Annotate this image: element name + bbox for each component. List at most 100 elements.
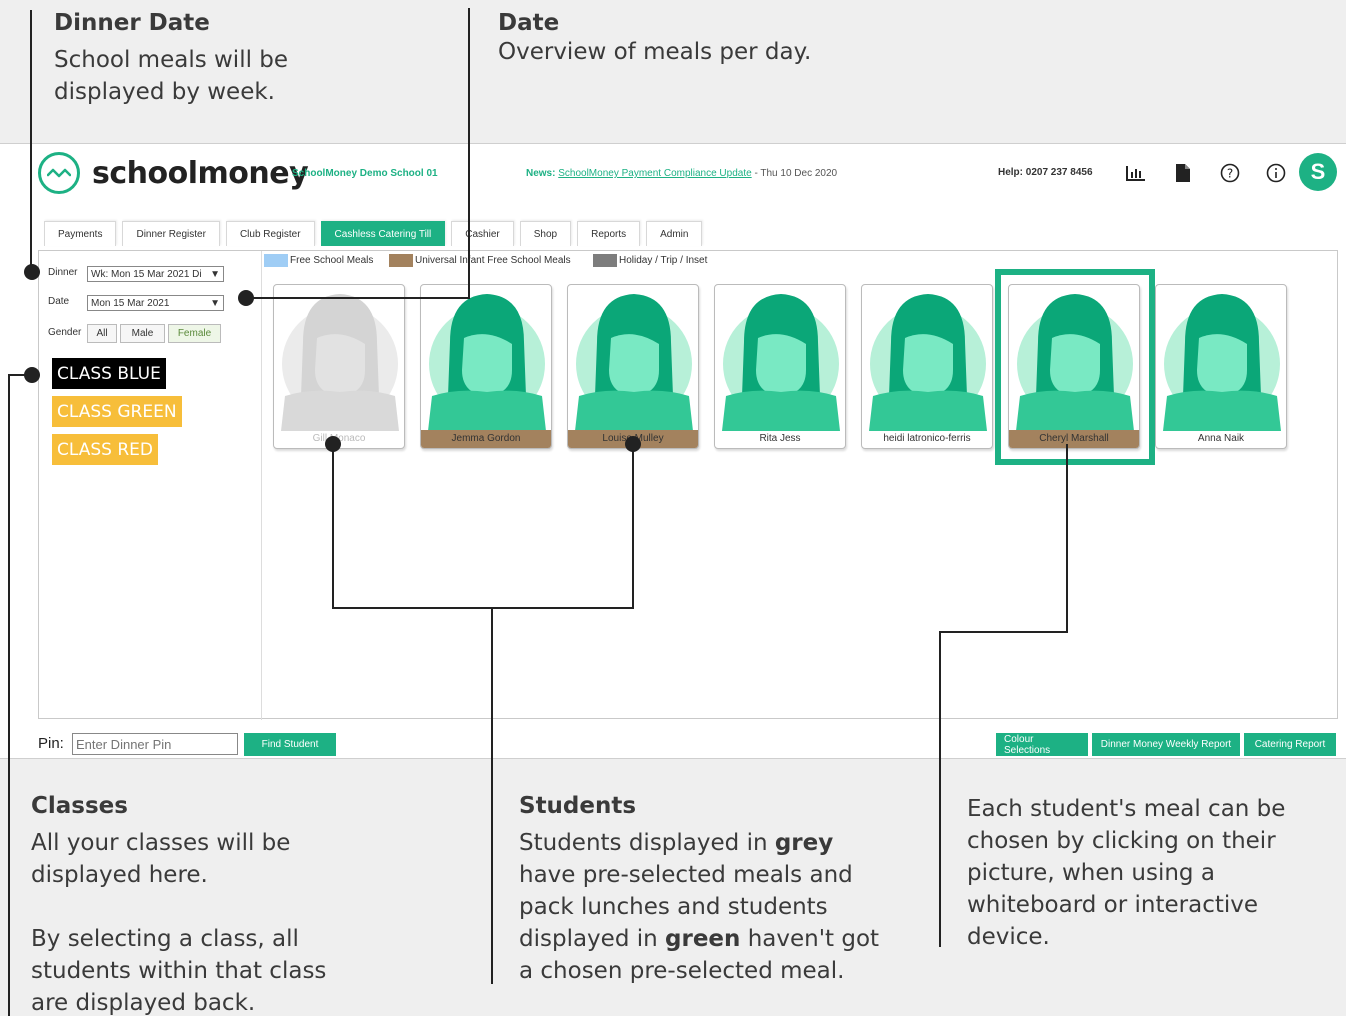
date-select[interactable]: Mon 15 Mar 2021 ▼ — [87, 295, 224, 311]
tab-admin[interactable]: Admin — [646, 221, 703, 246]
student-card[interactable]: heidi latronico-ferris — [861, 284, 993, 449]
gender-all-button[interactable]: All — [87, 324, 117, 343]
student-name: Jemma Gordon — [421, 430, 551, 448]
annotation-title: Date — [498, 10, 560, 36]
annotation-date: Date Overview of meals per day. — [498, 10, 898, 68]
colour-selections-button[interactable]: Colour Selections — [996, 733, 1088, 756]
annotation-bold: green — [665, 926, 741, 952]
annotation-choose-meal: Each student's meal can be chosen by cli… — [967, 793, 1297, 953]
news-link[interactable]: SchoolMoney Payment Compliance Update — [558, 168, 751, 179]
connector-line — [939, 631, 1068, 633]
date-value: Mon 15 Mar 2021 — [91, 297, 170, 309]
student-card[interactable]: Jemma Gordon — [420, 284, 552, 449]
annotation-text-part: Students displayed in — [519, 830, 775, 856]
document-icon[interactable] — [1172, 162, 1194, 184]
connector-dot — [24, 264, 40, 280]
annotation-title: Dinner Date — [54, 10, 210, 36]
annotation-text: Each student's meal can be chosen by cli… — [967, 796, 1286, 950]
student-name: heidi latronico-ferris — [883, 433, 971, 444]
student-card[interactable]: Louise Mulley — [567, 284, 699, 449]
legend-label: Holiday / Trip / Inset — [619, 255, 708, 266]
annotation-classes: Classes All your classes will be display… — [31, 793, 341, 1016]
logo-mark-icon — [38, 152, 80, 194]
tab-club-register[interactable]: Club Register — [225, 221, 315, 246]
annotation-text: By selecting a class, all students withi… — [31, 926, 327, 1016]
student-avatar-icon — [281, 294, 399, 431]
tab-cashless-catering-till[interactable]: Cashless Catering Till — [320, 221, 446, 246]
dinner-week-select[interactable]: Wk: Mon 15 Mar 2021 Di ▼ — [87, 266, 224, 282]
help-circle-icon[interactable]: ? — [1219, 162, 1241, 184]
connector-line — [468, 8, 470, 298]
bar-chart-icon[interactable] — [1125, 162, 1147, 184]
student-avatar-icon — [428, 294, 546, 431]
student-avatar-icon — [575, 294, 693, 431]
tab-dinner-register[interactable]: Dinner Register — [122, 221, 220, 246]
catering-report-button[interactable]: Catering Report — [1244, 733, 1336, 756]
divider — [261, 251, 262, 720]
tab-cashier[interactable]: Cashier — [451, 221, 514, 246]
connector-line — [332, 444, 334, 609]
svg-text:?: ? — [1227, 167, 1233, 181]
legend-holiday: Holiday / Trip / Inset — [593, 254, 707, 267]
till-panel: Dinner Wk: Mon 15 Mar 2021 Di ▼ Date Mon… — [38, 250, 1338, 720]
dinner-label: Dinner — [48, 267, 78, 278]
date-label: Date — [48, 296, 70, 307]
gender-male-button[interactable]: Male — [120, 324, 165, 343]
student-card[interactable]: Rita Jess — [714, 284, 846, 449]
main-tabs: Payments Dinner Register Club Register C… — [44, 221, 703, 246]
tab-payments[interactable]: Payments — [44, 221, 117, 246]
connector-line — [8, 374, 10, 1016]
find-student-button[interactable]: Find Student — [244, 733, 336, 756]
connector-line — [491, 607, 493, 984]
annotation-students: Students Students displayed in grey have… — [519, 793, 889, 987]
connector-dot — [325, 436, 341, 452]
connector-dot — [24, 367, 40, 383]
app-window: schoolmoney SchoolMoney Demo School 01 N… — [0, 143, 1346, 759]
connector-line — [332, 607, 634, 609]
annotation-text: Overview of meals per day. — [498, 39, 812, 65]
connector-line — [939, 631, 941, 947]
gender-female-button[interactable]: Female — [168, 324, 221, 343]
student-avatar-icon — [869, 294, 987, 431]
logo-text: schoolmoney — [92, 155, 309, 191]
dinner-money-weekly-report-button[interactable]: Dinner Money Weekly Report — [1092, 733, 1240, 756]
help-phone: Help: 0207 237 8456 — [998, 167, 1093, 178]
student-card[interactable]: Anna Naik — [1155, 284, 1287, 449]
tab-shop[interactable]: Shop — [519, 221, 572, 246]
connector-line — [1066, 444, 1068, 633]
student-avatar-icon — [722, 294, 840, 431]
dinner-pin-input[interactable] — [72, 733, 238, 755]
info-circle-icon[interactable] — [1265, 162, 1287, 184]
selected-student-highlight — [995, 269, 1155, 465]
annotation-bold: grey — [774, 830, 834, 856]
annotation-title: Classes — [31, 793, 128, 819]
gender-label: Gender — [48, 327, 82, 338]
legend-swatch — [593, 254, 617, 267]
annotation-text: Students displayed in grey have pre-sele… — [519, 827, 889, 987]
student-name: Anna Naik — [1197, 433, 1245, 444]
user-avatar[interactable]: S — [1299, 153, 1337, 191]
student-card[interactable]: Gill Monaco — [273, 284, 405, 449]
connector-line — [247, 297, 470, 299]
dinner-week-value: Wk: Mon 15 Mar 2021 Di — [91, 268, 202, 280]
legend-free-school-meals: Free School Meals — [264, 254, 373, 267]
chevron-down-icon: ▼ — [210, 297, 220, 309]
logo[interactable]: schoolmoney — [38, 152, 309, 194]
connector-line — [30, 10, 32, 272]
annotation-text: All your classes will be displayed here. — [31, 830, 291, 888]
news-date: - Thu 10 Dec 2020 — [751, 168, 838, 179]
legend-uifsm: Universal Infant Free School Meals — [389, 254, 571, 267]
chevron-down-icon: ▼ — [210, 268, 220, 280]
news-label: News: — [526, 168, 556, 179]
class-green-button[interactable]: CLASS GREEN — [52, 396, 182, 427]
annotation-title: Students — [519, 793, 637, 819]
class-blue-button[interactable]: CLASS BLUE — [52, 358, 166, 389]
class-red-button[interactable]: CLASS RED — [52, 434, 158, 465]
tab-reports[interactable]: Reports — [577, 221, 641, 246]
school-name: SchoolMoney Demo School 01 — [292, 168, 438, 179]
student-name: Rita Jess — [759, 433, 801, 444]
annotation-dinner-date: Dinner Date School meals will be display… — [54, 10, 324, 108]
connector-dot — [625, 436, 641, 452]
legend-label: Free School Meals — [290, 255, 374, 266]
legend-swatch — [264, 254, 288, 267]
